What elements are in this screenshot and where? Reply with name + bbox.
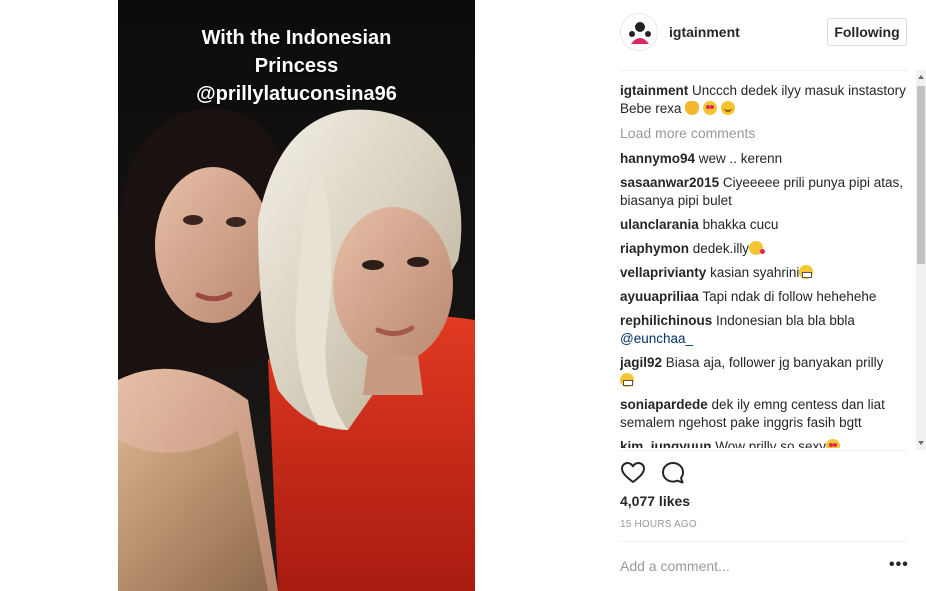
post-details-panel: igtainment Following igtainment Unccch d…: [475, 0, 926, 591]
list-item: riaphymon dedek.illy: [620, 240, 907, 258]
comment-username[interactable]: riaphymon: [620, 241, 689, 256]
comment-text: Biasa aja, follower jg banyakan prilly: [665, 355, 884, 370]
list-item: vellaprivianty kasian syahrini: [620, 264, 907, 282]
comment-text: Wow prilly so sexy: [715, 439, 827, 448]
story-caption-line-1: With the Indonesian: [201, 27, 392, 49]
header-username[interactable]: igtainment: [669, 24, 740, 40]
list-item: rephilichinous Indonesian bla bla bbla @…: [620, 312, 907, 348]
list-item: soniapardede dek ily emng centess dan li…: [620, 396, 907, 432]
comment-username[interactable]: ayuuapriliaa: [620, 289, 699, 304]
list-item: sasaanwar2015 Ciyeeeee prili punya pipi …: [620, 174, 907, 210]
likes-count[interactable]: 4,077 likes: [620, 493, 690, 509]
post-actions: [620, 460, 740, 488]
divider: [620, 70, 907, 71]
divider: [620, 541, 907, 542]
comment-username[interactable]: soniapardede: [620, 397, 708, 412]
heart-outline-icon[interactable]: [620, 460, 646, 486]
scroll-thumb[interactable]: [917, 86, 925, 264]
load-more-comments-link[interactable]: Load more comments: [620, 124, 907, 142]
heart-eyes-icon: [703, 101, 718, 115]
following-button[interactable]: Following: [827, 18, 907, 46]
comment-text: Tapi ndak di follow hehehehe: [702, 289, 877, 304]
wink-icon: [749, 241, 766, 255]
comments-scrollbar[interactable]: [916, 70, 926, 450]
speech-bubble-icon[interactable]: [660, 460, 686, 486]
more-options-button[interactable]: •••: [889, 557, 909, 573]
comment-username[interactable]: hannymo94: [620, 151, 695, 166]
post-header: igtainment Following: [475, 0, 926, 70]
story-caption-line-3: @prillylatuconsina96: [196, 83, 397, 105]
comment-text: bhakka cucu: [702, 217, 779, 232]
list-item: jagil92 Biasa aja, follower jg banyakan …: [620, 354, 907, 390]
list-item: ulanclarania bhakka cucu: [620, 216, 907, 234]
comment-text: dedek.illy: [692, 241, 750, 256]
post-timestamp[interactable]: 15 HOURS AGO: [620, 519, 697, 530]
avatar-logo-icon: [621, 14, 657, 50]
comments-list[interactable]: igtainment Unccch dedek ilyy masuk insta…: [620, 82, 907, 448]
heart-eyes-icon: [826, 439, 841, 448]
comment-text: Indonesian bla bla bbla: [716, 313, 855, 328]
mention-link[interactable]: @eunchaa_: [620, 331, 693, 346]
comment-username[interactable]: vellaprivianty: [620, 265, 706, 280]
comment-username[interactable]: jagil92: [620, 355, 662, 370]
scroll-up-arrow-icon[interactable]: [918, 75, 924, 79]
comment-username[interactable]: kim_jungyuun: [620, 439, 712, 448]
divider: [620, 450, 907, 451]
grimace-icon: [799, 265, 814, 279]
comment-username[interactable]: sasaanwar2015: [620, 175, 719, 190]
caption-comment: igtainment Unccch dedek ilyy masuk insta…: [620, 82, 907, 118]
list-item: hannymo94 wew .. kerenn: [620, 150, 907, 168]
comment-username[interactable]: rephilichinous: [620, 313, 712, 328]
add-comment-input[interactable]: [620, 553, 880, 579]
grimace-icon: [620, 373, 634, 387]
list-item: kim_jungyuun Wow prilly so sexy: [620, 438, 907, 448]
list-item: ayuuapriliaa Tapi ndak di follow heheheh…: [620, 288, 907, 306]
post-image[interactable]: With the Indonesian Princess @prillylatu…: [118, 0, 475, 591]
story-caption-line-2: Princess: [254, 55, 339, 77]
avatar[interactable]: [620, 13, 658, 51]
comment-text: kasian syahrini: [710, 265, 800, 280]
clapping-hands-icon: [685, 101, 700, 115]
comment-text: wew .. kerenn: [698, 151, 783, 166]
blush-icon: [720, 101, 735, 115]
scroll-down-arrow-icon[interactable]: [918, 441, 924, 445]
comment-username[interactable]: ulanclarania: [620, 217, 699, 232]
story-caption: With the Indonesian Princess @prillylatu…: [118, 24, 475, 108]
comment-username[interactable]: igtainment: [620, 83, 688, 98]
